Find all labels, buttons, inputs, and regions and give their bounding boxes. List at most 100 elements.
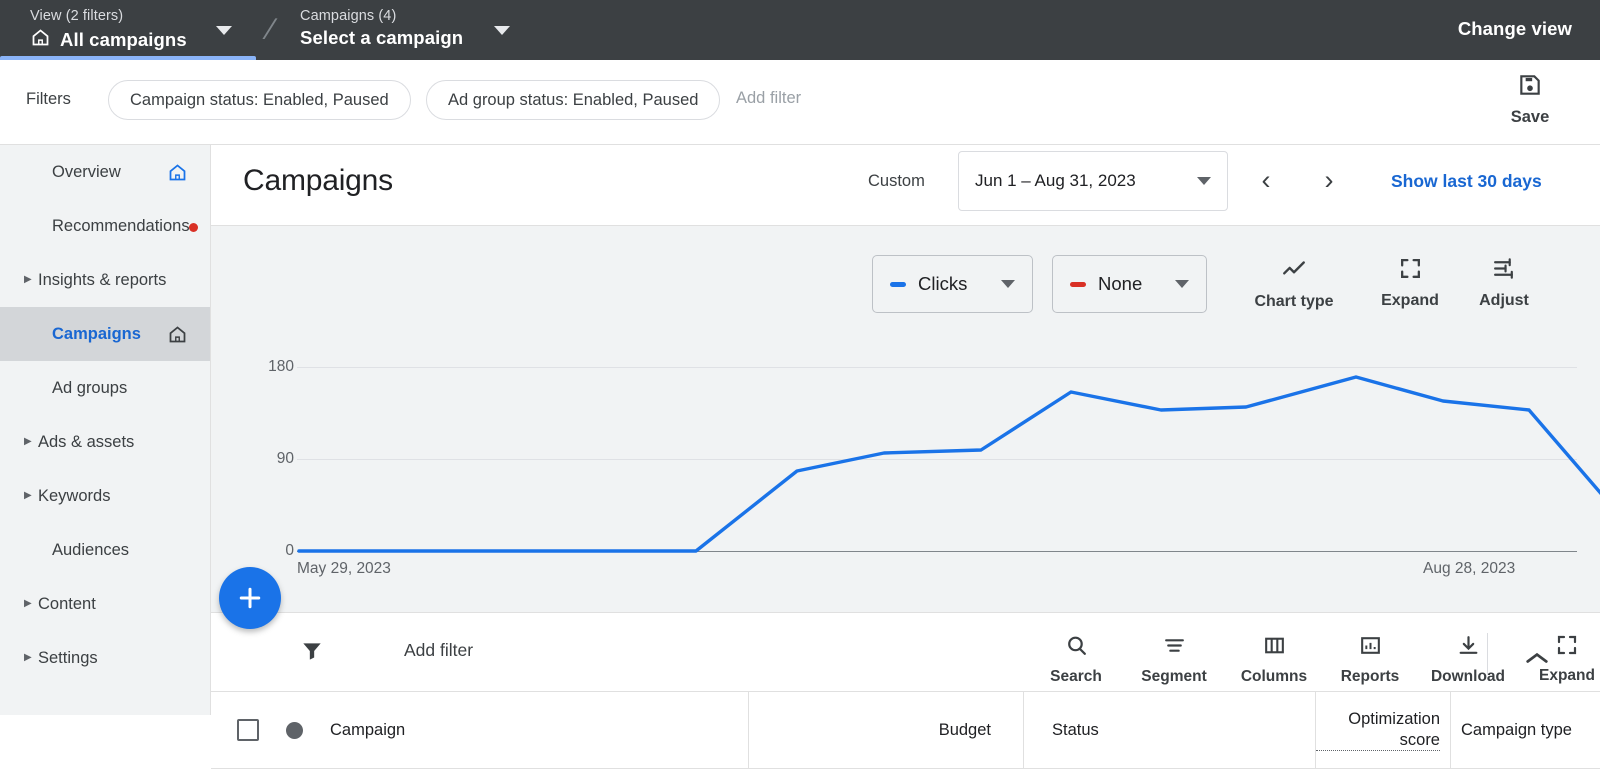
search-label: Search [1050,668,1102,686]
campaign-selector-sublabel: Campaigns (4) [300,8,463,24]
sidebar-item-label: Keywords [38,487,210,506]
x-axis-label-end: Aug 28, 2023 [1423,560,1515,578]
download-icon [1456,633,1481,663]
date-preset-label: Custom [868,172,925,191]
chevron-down-icon-view[interactable] [216,26,232,35]
column-header-optimization-score[interactable]: Optimization score [1316,692,1451,768]
home-icon [30,27,51,53]
chevron-down-icon-campaign[interactable] [494,26,510,35]
filter-chip-adgroup-status[interactable]: Ad group status: Enabled, Paused [426,80,720,120]
collapse-chart-button[interactable] [1517,641,1557,675]
chevron-right-icon: ▶ [24,437,38,447]
reports-button[interactable]: Reports [1322,633,1418,686]
chevron-right-icon: ▶ [24,275,38,285]
previous-period-button[interactable]: ‹ [1246,161,1286,201]
next-period-button[interactable]: › [1309,161,1349,201]
table-header-row: Campaign Budget Status Optimization scor… [211,691,1600,769]
sidebar-item-label: Ads & assets [38,433,210,452]
table-toolbar: Add filter Search Segment C [211,613,1600,691]
view-selector-sublabel: View (2 filters) [30,8,256,24]
metric-secondary-label: None [1098,273,1163,295]
column-header-budget-label: Budget [939,721,991,740]
campaign-selector[interactable]: Campaigns (4) Select a campaign [300,8,463,49]
segment-label: Segment [1141,668,1206,686]
home-icon-campaigns [167,324,188,350]
clicks-polyline [299,377,1600,551]
sidebar-item-campaigns[interactable]: Campaigns [0,307,210,361]
expand-icon [1555,633,1579,662]
show-last-30-days-link[interactable]: Show last 30 days [1391,171,1542,192]
filter-bar: Filters Campaign status: Enabled, Paused… [0,60,1600,145]
column-header-campaign[interactable]: Campaign [211,692,749,768]
sidebar-item-ad-groups[interactable]: Ad groups [0,361,210,415]
column-header-optimization-score-label: Optimization score [1316,709,1440,750]
save-disk-icon [1517,72,1543,103]
sidebar-item-content[interactable]: ▶ Content [0,577,210,631]
chevron-down-icon-metric-primary [1001,280,1015,288]
date-range-value: Jun 1 – Aug 31, 2023 [975,171,1136,191]
download-button[interactable]: Download [1420,633,1516,686]
metric-selector-secondary[interactable]: None [1052,255,1207,313]
main-content: Campaigns Custom Jun 1 – Aug 31, 2023 ‹ … [211,145,1600,715]
filter-chip-campaign-status[interactable]: Campaign status: Enabled, Paused [108,80,411,120]
breadcrumb-separator: ∕ [259,6,283,54]
save-label: Save [1511,108,1550,127]
segment-icon [1162,633,1187,663]
chevron-down-icon-metric-secondary [1175,280,1189,288]
add-filter-button-top[interactable]: Add filter [736,89,801,108]
chevron-right-icon: ▶ [24,491,38,501]
metric-primary-label: Clicks [918,273,989,295]
column-header-status-label: Status [1052,721,1099,740]
change-view-button[interactable]: Change view [1458,18,1572,40]
search-button[interactable]: Search [1028,633,1124,686]
x-axis-label-start: May 29, 2023 [297,560,391,578]
sidebar-item-label: Audiences [38,541,210,560]
column-header-campaign-label: Campaign [330,721,405,740]
segment-button[interactable]: Segment [1126,633,1222,686]
new-campaign-fab[interactable] [219,567,281,629]
plus-icon [235,583,265,613]
notification-dot-icon [189,223,198,232]
clicks-line-series [211,366,1600,596]
home-icon-overview [167,162,188,188]
add-filter-button-table[interactable]: Add filter [404,640,473,661]
sidebar-item-audiences[interactable]: Audiences [0,523,210,577]
sidebar-item-recommendations[interactable]: Recommendations [0,199,210,253]
chart-type-button[interactable]: Chart type [1248,256,1340,311]
metric-color-swatch-secondary [1070,282,1086,287]
reports-label: Reports [1341,668,1400,686]
download-label: Download [1431,668,1505,686]
chart-adjust-label: Adjust [1479,292,1529,310]
sidebar-item-keywords[interactable]: ▶ Keywords [0,469,210,523]
sidebar-item-ads-assets[interactable]: ▶ Ads & assets [0,415,210,469]
top-app-bar: View (2 filters) All campaigns ∕ Campaig… [0,0,1600,60]
page-header: Campaigns Custom Jun 1 – Aug 31, 2023 ‹ … [211,145,1600,226]
metric-selector-primary[interactable]: Clicks [872,255,1033,313]
sidebar-item-label: Ad groups [38,379,210,398]
sidebar-item-settings[interactable]: ▶ Settings [0,631,210,685]
sidebar-item-overview[interactable]: Overview [0,145,210,199]
column-header-campaign-type[interactable]: Campaign type [1451,692,1599,768]
sidebar-item-label: Insights & reports [38,271,210,290]
select-all-checkbox[interactable] [237,719,259,741]
filter-funnel-icon[interactable] [299,638,325,669]
date-range-picker[interactable]: Jun 1 – Aug 31, 2023 [958,151,1228,211]
chart-expand-label: Expand [1381,292,1439,310]
metric-color-swatch-primary [890,282,906,287]
save-view-button[interactable]: Save [1488,72,1572,127]
column-header-status[interactable]: Status [1024,692,1316,768]
columns-label: Columns [1241,668,1307,686]
chart-panel: Clicks None Chart type Expand [211,226,1600,613]
column-header-campaign-type-label: Campaign type [1461,720,1572,740]
chart-expand-button[interactable]: Expand [1364,256,1456,310]
chart-plot-area: 180 90 0 May 29, 2023 Aug 28, 2023 [211,366,1600,596]
sidebar-item-label: Recommendations [38,217,210,236]
chart-adjust-button[interactable]: Adjust [1458,256,1550,310]
sidebar-navigation: Overview Recommendations ▶ Insights & re… [0,145,211,715]
chevron-right-icon: ▶ [24,653,38,663]
search-icon [1064,633,1089,663]
columns-button[interactable]: Columns [1226,633,1322,686]
reports-bar-icon [1358,633,1383,663]
column-header-budget[interactable]: Budget [749,692,1024,768]
sidebar-item-insights-reports[interactable]: ▶ Insights & reports [0,253,210,307]
